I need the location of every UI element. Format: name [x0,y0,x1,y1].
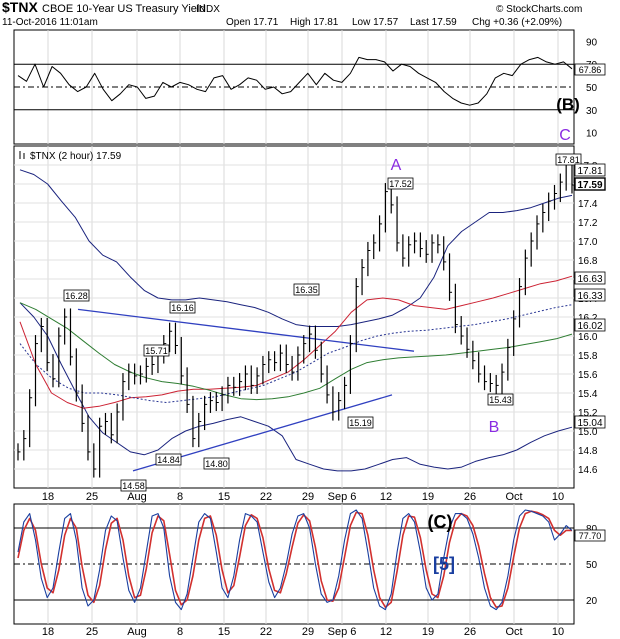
wave-label-a: A [391,157,402,174]
x-tick-label: 12 [380,626,392,638]
timestamp: 11-Oct-2016 11:01am [2,17,98,28]
x-tick-label: 12 [380,491,392,503]
x-tick-label: 19 [422,491,434,503]
x-tick-label: 29 [302,491,314,503]
y-tick-label: 14.6 [578,465,598,476]
x-tick-label: Sep 6 [328,491,357,503]
rsi-wave-label: (B) [556,95,580,114]
quote-low: Low 17.57 [352,17,399,28]
value-label: 17.52 [389,179,412,189]
x-tick-label: 8 [177,491,183,503]
rsi-tick-label: 30 [586,106,598,117]
y-tick-label: 17.0 [578,237,598,248]
y-tick-label: 17.2 [578,218,598,229]
value-label: 15.43 [489,395,512,405]
exchange-label: INDX [196,4,220,15]
value-label: 16.28 [65,291,88,301]
quote-last: Last 17.59 [410,17,457,28]
x-tick-label: 25 [86,491,98,503]
value-label: 17.81 [557,155,580,165]
wave-label-c: C [559,127,571,144]
x-tick-label: 26 [464,626,476,638]
x-tick-label: 29 [302,626,314,638]
y-tick-label: 15.8 [578,351,598,362]
x-tick-label: 8 [177,626,183,638]
x-tick-label: Oct [505,626,522,638]
rsi-tick-label: 10 [586,129,598,140]
right-value-tag: 16.63 [577,274,602,285]
wave-label-b: B [489,419,500,436]
rsi-tick-label: 50 [586,83,598,94]
x-tick-label: 10 [552,491,564,503]
rsi-tick-label: 90 [586,37,598,48]
value-label: 15.19 [349,418,372,428]
y-tick-label: 16.8 [578,256,598,267]
right-value-tag: 17.59 [577,180,602,191]
right-value-tag: 15.04 [577,418,602,429]
x-tick-label: Aug [127,491,147,503]
price-legend: $TNX (2 hour) 17.59 [19,151,122,162]
ticker-symbol: $TNX [2,0,38,15]
right-value-tag: 16.02 [577,321,602,332]
rsi-last-value: 67.86 [579,65,602,75]
stoch-tick-label: 20 [586,596,598,607]
x-tick-label: 19 [422,626,434,638]
stock-chart: $TNX CBOE 10-Year US Treasury Yield INDX… [2,0,606,638]
stoch-tick-label: 50 [586,560,598,571]
y-tick-label: 15.4 [578,389,598,400]
x-tick-label: Oct [505,491,522,503]
x-tick-label: 15 [218,626,230,638]
x-tick-label: 26 [464,491,476,503]
y-tick-label: 17.4 [578,199,598,210]
stoch-wave-label-c: (C) [428,512,453,532]
x-tick-label: 25 [86,626,98,638]
value-label: 14.80 [205,459,228,469]
x-tick-label: 22 [260,626,272,638]
right-value-tag: 17.81 [577,166,602,177]
right-value-tag: 16.33 [577,291,602,302]
value-label: 16.35 [295,285,318,295]
brand-watermark: © StockCharts.com [496,4,582,15]
x-tick-label: 15 [218,491,230,503]
stoch-wave-label-5: [5] [433,554,455,574]
x-tick-label: 10 [552,626,564,638]
x-tick-label: Sep 6 [328,626,357,638]
value-label: 15.71 [145,346,168,356]
quote-change: Chg +0.36 (+2.09%) [472,17,562,28]
quote-high: High 17.81 [290,17,339,28]
value-label: 16.16 [171,303,194,313]
value-label: 14.84 [157,455,180,465]
chart-title: CBOE 10-Year US Treasury Yield [42,3,205,15]
y-tick-label: 14.8 [578,446,598,457]
x-tick-label: 22 [260,491,272,503]
x-tick-label: 18 [42,491,54,503]
y-tick-label: 15.6 [578,370,598,381]
value-label: 14.58 [122,481,145,491]
legend-label: $TNX (2 hour) 17.59 [30,151,122,162]
x-tick-label: Aug [127,626,147,638]
stoch-last-value: 77.70 [579,531,602,541]
y-tick-label: 16.0 [578,332,598,343]
quote-open: Open 17.71 [226,17,279,28]
x-tick-label: 18 [42,626,54,638]
